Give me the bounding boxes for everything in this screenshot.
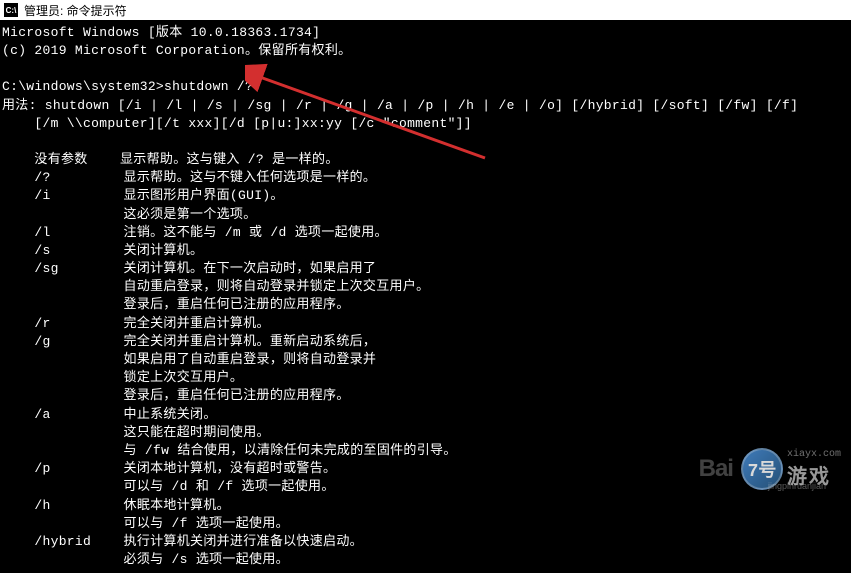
terminal-output[interactable]: Microsoft Windows [版本 10.0.18363.1734](c… xyxy=(0,20,851,573)
terminal-line: 如果启用了自动重启登录，则将自动登录并 xyxy=(2,351,849,369)
terminal-line xyxy=(2,133,849,151)
watermark-sub-text: jingpinruanjian xyxy=(768,481,826,491)
terminal-line: 用法: shutdown [/i | /l | /s | /sg | /r | … xyxy=(2,97,849,115)
terminal-line: 登录后，重启任何已注册的应用程序。 xyxy=(2,387,849,405)
terminal-line: 必须与 /s 选项一起使用。 xyxy=(2,551,849,569)
terminal-line: /? 显示帮助。这与不键入任何选项是一样的。 xyxy=(2,169,849,187)
terminal-line: 可以与 /f 选项一起使用。 xyxy=(2,515,849,533)
terminal-line: /g 完全关闭并重启计算机。重新启动系统后， xyxy=(2,333,849,351)
watermark-logo: 7号 xiayx.com 游戏 jingpinruanjian xyxy=(741,448,841,490)
terminal-line: /sg 关闭计算机。在下一次启动时，如果启用了 xyxy=(2,260,849,278)
terminal-line: 自动重启登录，则将自动登录并锁定上次交互用户。 xyxy=(2,278,849,296)
cmd-icon: C:\ xyxy=(4,3,18,17)
terminal-line: /i 显示图形用户界面(GUI)。 xyxy=(2,187,849,205)
terminal-line: C:\windows\system32>shutdown /? xyxy=(2,78,849,96)
terminal-line: 没有参数 显示帮助。这与键入 /? 是一样的。 xyxy=(2,151,849,169)
window-titlebar: C:\ 管理员: 命令提示符 xyxy=(0,0,851,20)
terminal-line: 锁定上次交互用户。 xyxy=(2,369,849,387)
terminal-line: /hybrid 执行计算机关闭并进行准备以快速启动。 xyxy=(2,533,849,551)
terminal-line: /h 休眠本地计算机。 xyxy=(2,497,849,515)
watermark-baidu-text: Bai xyxy=(699,455,733,483)
terminal-line: 这只能在超时期间使用。 xyxy=(2,424,849,442)
terminal-line: [/m \\computer][/t xxx][/d [p|u:]xx:yy [… xyxy=(2,115,849,133)
terminal-line: 这必须是第一个选项。 xyxy=(2,206,849,224)
terminal-line: /a 中止系统关闭。 xyxy=(2,406,849,424)
terminal-line: Microsoft Windows [版本 10.0.18363.1734] xyxy=(2,24,849,42)
terminal-line: (c) 2019 Microsoft Corporation。保留所有权利。 xyxy=(2,42,849,60)
terminal-line: /r 完全关闭并重启计算机。 xyxy=(2,315,849,333)
watermark-url: xiayx.com xyxy=(787,449,841,460)
terminal-line xyxy=(2,60,849,78)
window-title: 管理员: 命令提示符 xyxy=(24,2,127,19)
terminal-line: /s 关闭计算机。 xyxy=(2,242,849,260)
terminal-line: /l 注销。这不能与 /m 或 /d 选项一起使用。 xyxy=(2,224,849,242)
terminal-line: 登录后，重启任何已注册的应用程序。 xyxy=(2,296,849,314)
watermark: Bai 7号 xiayx.com 游戏 jingpinruanjian xyxy=(699,448,841,490)
